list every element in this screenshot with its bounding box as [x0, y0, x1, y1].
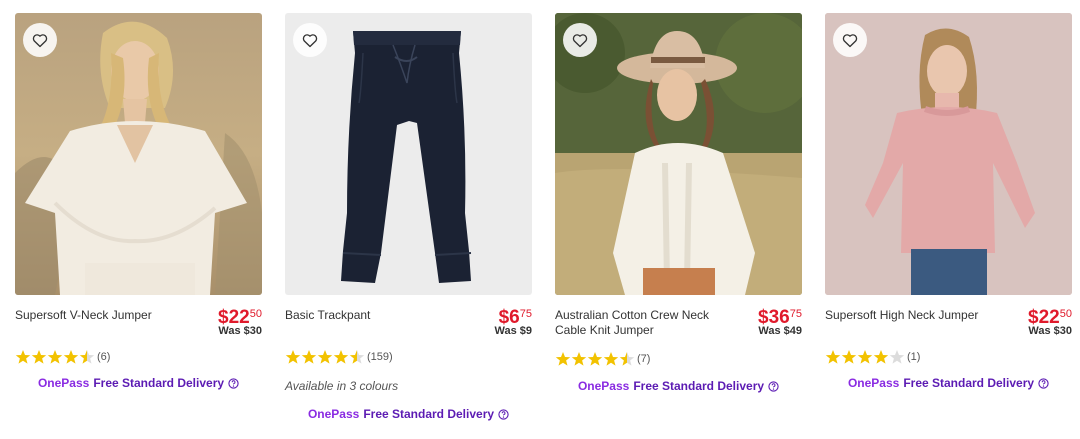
review-count: (159) [367, 351, 393, 363]
star-icon [889, 350, 905, 364]
onepass-logo: OnePass [307, 407, 360, 421]
onepass-delivery: OnePass Free Standard Delivery [555, 379, 802, 393]
price: $675 Was $9 [494, 308, 532, 337]
heart-outline-icon [302, 33, 318, 47]
delivery-text: Free Standard Delivery [633, 379, 765, 393]
star-rating [825, 349, 905, 365]
help-circle-icon[interactable] [228, 377, 239, 389]
star-icon [301, 350, 317, 364]
price: $2250 Was $30 [218, 308, 262, 337]
product-name[interactable]: Supersoft High Neck Jumper [825, 308, 985, 323]
available-colours: Available in 3 colours [285, 379, 399, 393]
star-icon [571, 352, 587, 366]
product-card[interactable]: Basic Trackpant $675 Was $9 (159) Availa… [285, 13, 532, 421]
delivery-text: Free Standard Delivery [93, 376, 225, 390]
product-photo [285, 13, 532, 295]
help-circle-icon[interactable] [1038, 377, 1049, 389]
product-image[interactable] [285, 13, 532, 295]
price-cents: 75 [519, 308, 532, 320]
price-cents: 50 [1059, 308, 1072, 320]
star-icon [317, 350, 333, 364]
help-circle-icon[interactable] [498, 408, 509, 420]
price-cents: 50 [249, 308, 262, 320]
star-icon [873, 350, 889, 364]
onepass-logo: OnePass [847, 376, 900, 390]
star-icon [349, 350, 365, 364]
onepass-delivery: OnePass Free Standard Delivery [825, 376, 1072, 390]
star-icon [555, 352, 571, 366]
star-icon [333, 350, 349, 364]
heart-outline-icon [572, 33, 588, 47]
product-name[interactable]: Australian Cotton Crew Neck Cable Knit J… [555, 308, 715, 338]
product-image[interactable] [825, 13, 1072, 295]
review-count: (7) [637, 353, 651, 365]
price: $2250 Was $30 [1028, 308, 1072, 337]
review-count: (6) [97, 351, 111, 363]
price-cents: 75 [789, 308, 802, 320]
rating[interactable]: (1) [825, 349, 920, 365]
onepass-logo: OnePass [37, 376, 90, 390]
rating[interactable]: (7) [555, 351, 650, 367]
review-count: (1) [907, 351, 921, 363]
product-card[interactable]: Supersoft High Neck Jumper $2250 Was $30… [825, 13, 1072, 390]
star-rating [15, 349, 95, 365]
wishlist-button[interactable] [563, 23, 597, 57]
was-price: Was $9 [494, 325, 532, 337]
star-icon [63, 350, 79, 364]
star-icon [619, 352, 635, 366]
wishlist-button[interactable] [293, 23, 327, 57]
was-price: Was $49 [758, 325, 802, 337]
onepass-logo: OnePass [577, 379, 630, 393]
product-photo [825, 13, 1072, 295]
wishlist-button[interactable] [23, 23, 57, 57]
product-image[interactable] [555, 13, 802, 295]
product-name[interactable]: Basic Trackpant [285, 308, 445, 323]
help-circle-icon[interactable] [768, 380, 779, 392]
star-rating [285, 349, 365, 365]
product-photo [15, 13, 262, 295]
product-card[interactable]: Supersoft V-Neck Jumper $2250 Was $30 (6… [15, 13, 262, 390]
rating[interactable]: (6) [15, 349, 110, 365]
was-price: Was $30 [218, 325, 262, 337]
wishlist-button[interactable] [833, 23, 867, 57]
star-rating [555, 351, 635, 367]
product-card[interactable]: Australian Cotton Crew Neck Cable Knit J… [555, 13, 802, 393]
star-icon [79, 350, 95, 364]
was-price: Was $30 [1028, 325, 1072, 337]
product-name[interactable]: Supersoft V-Neck Jumper [15, 308, 175, 323]
star-icon [31, 350, 47, 364]
star-icon [47, 350, 63, 364]
rating[interactable]: (159) [285, 349, 393, 365]
delivery-text: Free Standard Delivery [363, 407, 495, 421]
star-icon [285, 350, 301, 364]
star-icon [587, 352, 603, 366]
product-photo [555, 13, 802, 295]
onepass-delivery: OnePass Free Standard Delivery [285, 407, 532, 421]
delivery-text: Free Standard Delivery [903, 376, 1035, 390]
price: $3675 Was $49 [758, 308, 802, 337]
star-icon [841, 350, 857, 364]
heart-outline-icon [32, 33, 48, 47]
heart-outline-icon [842, 33, 858, 47]
onepass-delivery: OnePass Free Standard Delivery [15, 376, 262, 390]
star-icon [15, 350, 31, 364]
star-icon [825, 350, 841, 364]
star-icon [603, 352, 619, 366]
star-icon [857, 350, 873, 364]
product-image[interactable] [15, 13, 262, 295]
